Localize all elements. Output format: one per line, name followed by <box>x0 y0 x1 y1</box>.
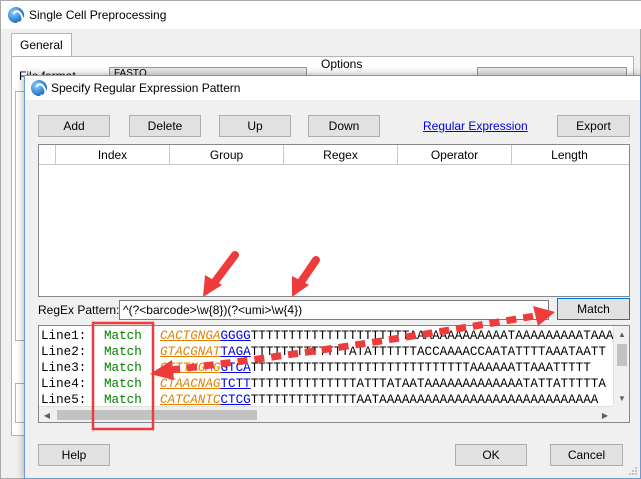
result-umi: TCTT <box>220 377 251 391</box>
regex-pattern-input[interactable]: ^(?<barcode>\w{8})(?<umi>\w{4}) <box>119 300 549 320</box>
result-umi: TAGA <box>220 345 251 359</box>
result-sequence: TTTTTTTTTTTTTTTTTTTTTAAAAAAAAAAAAATAAAAA… <box>250 329 614 343</box>
result-barcode: CACTGNGA <box>160 329 221 343</box>
dialog-titlebar: Specify Regular Expression Pattern <box>25 76 640 100</box>
resize-grip-icon[interactable] <box>628 466 638 476</box>
result-sequence: TTTTTTTTTTTTTTATTTATAATAAAAAAAAAAAAATATT… <box>250 377 606 391</box>
cancel-button[interactable]: Cancel <box>550 444 623 466</box>
result-umi: GTCA <box>220 361 251 375</box>
scroll-down-icon[interactable]: ▼ <box>614 390 629 406</box>
tab-general[interactable]: General <box>11 33 72 57</box>
results-vertical-scrollbar[interactable]: ▲ ▼ <box>613 326 629 406</box>
scroll-up-icon[interactable]: ▲ <box>614 326 629 342</box>
horizontal-scroll-thumb[interactable] <box>57 410 257 420</box>
match-button[interactable]: Match <box>557 298 630 320</box>
export-button[interactable]: Export <box>557 115 630 137</box>
app-logo-icon <box>8 7 24 23</box>
result-row: Line4: Match CTAACNAGTCTTTTTTTTTTTTTTTTATT… <box>41 376 606 392</box>
column-index[interactable]: Index <box>56 145 170 165</box>
result-status: Match <box>104 377 142 391</box>
regular-expression-link[interactable]: Regular Expression <box>423 119 528 133</box>
pattern-grid-header: Index Group Regex Operator Length <box>39 145 629 165</box>
pattern-grid[interactable]: Index Group Regex Operator Length <box>38 144 630 297</box>
column-regex[interactable]: Regex <box>284 145 398 165</box>
scroll-corner <box>613 406 629 422</box>
result-status: Match <box>104 361 142 375</box>
result-row: Line2: Match GTACGNATTAGATTTTTTTTTTTTTATAT… <box>41 344 606 360</box>
result-line-label: Line1: <box>41 329 87 343</box>
scroll-left-icon[interactable]: ◀ <box>39 407 55 422</box>
options-label: Options <box>321 57 363 71</box>
match-results[interactable]: Line1: Match CACTGNGAGGGGTTTTTTTTTTTTTTTTT… <box>38 325 630 423</box>
background-titlebar: Single Cell Preprocessing <box>1 1 641 29</box>
result-sequence: TTTTTTTTTTTTTTTTTTTTTTTTTTTTTAAAAAATTAAA… <box>250 361 591 375</box>
result-line-label: Line2: <box>41 345 87 359</box>
help-button[interactable]: Help <box>38 444 110 466</box>
column-operator[interactable]: Operator <box>398 145 512 165</box>
results-horizontal-scrollbar[interactable]: ◀ ▶ <box>39 406 613 422</box>
column-group[interactable]: Group <box>170 145 284 165</box>
result-sequence: TTTTTTTTTTTTTATATTTTTTACCAAAACCAATATTTTA… <box>250 345 606 359</box>
add-button[interactable]: Add <box>38 115 110 137</box>
column-length[interactable]: Length <box>512 145 627 165</box>
result-line-label: Line4: <box>41 377 87 391</box>
up-button[interactable]: Up <box>219 115 291 137</box>
row-selector-header <box>39 145 56 165</box>
background-window-title: Single Cell Preprocessing <box>29 8 167 22</box>
regex-pattern-label: RegEx Pattern: <box>38 303 120 317</box>
delete-button[interactable]: Delete <box>129 115 201 137</box>
dialog-title: Specify Regular Expression Pattern <box>51 81 241 95</box>
result-status: Match <box>104 345 142 359</box>
vertical-scroll-thumb[interactable] <box>617 344 627 366</box>
result-umi: CTCG <box>220 393 251 407</box>
result-barcode: GTACGNAT <box>160 345 221 359</box>
dialog-logo-icon <box>31 80 47 96</box>
down-button[interactable]: Down <box>308 115 380 137</box>
result-row: Line1: Match CACTGNGAGGGGTTTTTTTTTTTTTTTTT… <box>41 328 613 344</box>
result-row: Line3: Match CTTTNGAGGTCATTTTTTTTTTTTTTTTT… <box>41 360 591 376</box>
result-line-label: Line3: <box>41 361 87 375</box>
result-sequence: TTTTTTTTTTTTTTAATAAAAAAAAAAAAAAAAAAAAAAA… <box>250 393 599 407</box>
result-umi: GGGG <box>220 329 251 343</box>
scroll-right-icon[interactable]: ▶ <box>597 407 613 422</box>
result-barcode: CTTTNGAG <box>160 361 221 375</box>
result-barcode: CATCANTC <box>160 393 221 407</box>
background-tabstrip: General <box>9 31 634 57</box>
regex-dialog: Specify Regular Expression Pattern Add D… <box>24 75 641 479</box>
result-barcode: CTAACNAG <box>160 377 221 391</box>
result-status: Match <box>104 329 142 343</box>
ok-button[interactable]: OK <box>455 444 527 466</box>
